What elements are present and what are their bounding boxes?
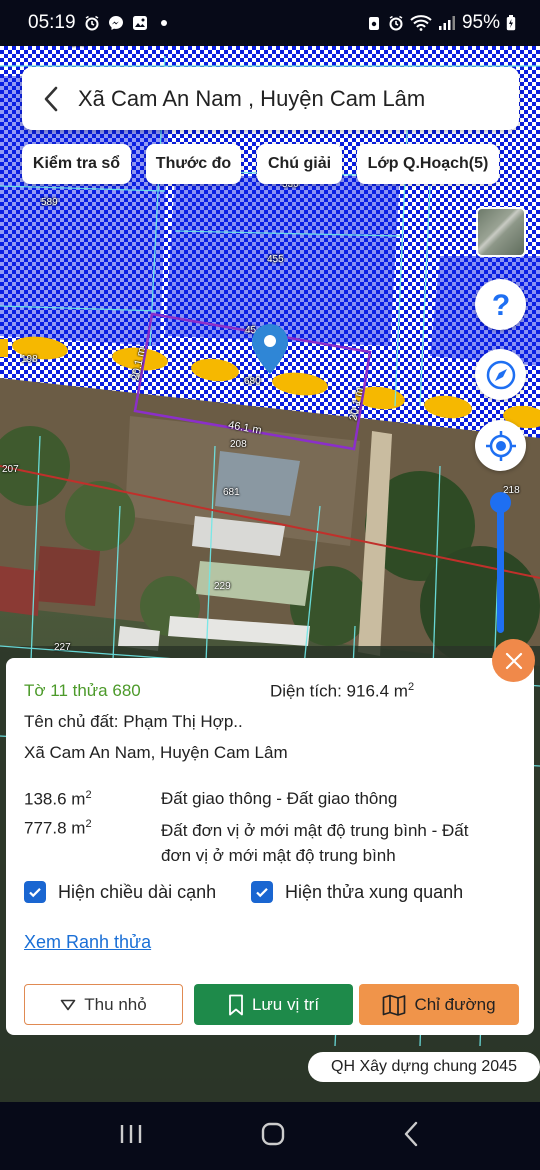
back-button[interactable] <box>40 84 62 114</box>
messenger-icon <box>108 15 124 31</box>
close-panel-button[interactable] <box>492 639 535 682</box>
battery-level: 95% <box>461 12 500 33</box>
plot-label-227: 227 <box>54 642 71 653</box>
recorder-icon <box>366 15 382 31</box>
plot-label-681: 681 <box>223 487 240 498</box>
show-neighbor-toggle[interactable]: Hiện thửa xung quanh <box>251 881 463 903</box>
plot-label-589: 589 <box>41 197 58 208</box>
compass-icon <box>486 360 515 389</box>
status-bar: 05:19 95% <box>0 0 540 46</box>
alarm-icon <box>84 15 100 31</box>
my-location-button[interactable] <box>475 420 526 471</box>
plot-label-198: 198 <box>21 354 38 365</box>
crosshair-icon <box>485 430 516 461</box>
planning-badge[interactable]: QH Xây dựng chung 2045 <box>308 1052 540 1082</box>
opacity-slider-track[interactable] <box>497 497 504 633</box>
sheet-plot-text: Tờ 11 thửa 680 <box>24 681 141 700</box>
save-location-label: Lưu vị trí <box>251 994 320 1014</box>
svg-text:?: ? <box>491 290 509 320</box>
home-icon[interactable] <box>260 1121 286 1152</box>
land-use-area-2: 777.8 m2 <box>24 818 92 838</box>
plot-label-680: 680 <box>244 376 261 387</box>
plot-label-158: 158 <box>70 46 87 49</box>
plot-label-455: 455 <box>267 254 284 265</box>
land-use-desc-2: Đất đơn vị ở mới mật độ trung bình - Đất… <box>161 821 469 865</box>
plot-label-207: 207 <box>2 464 19 475</box>
dot-icon <box>156 15 172 31</box>
alarm-icon <box>388 15 404 31</box>
chevron-left-icon <box>44 86 58 111</box>
area-unit-sup: 2 <box>407 681 415 693</box>
system-nav-bar <box>0 1102 540 1170</box>
question-icon: ? <box>491 290 509 320</box>
signal-icon <box>438 15 456 31</box>
area-label: Diện tích: 916.4 m <box>270 681 408 701</box>
recent-apps-icon[interactable] <box>118 1123 144 1150</box>
location-pin-icon[interactable] <box>252 324 288 374</box>
status-time: 05:19 <box>28 12 76 33</box>
map-type-thumbnail-button[interactable] <box>476 207 526 257</box>
land-use-area-1: 138.6 m2 <box>24 789 92 809</box>
checkbox-checked-icon[interactable] <box>251 881 273 903</box>
show-edge-length-toggle[interactable]: Hiện chiều dài cạnh <box>24 881 216 903</box>
bookmark-icon <box>229 994 243 1015</box>
map-icon <box>383 994 406 1016</box>
wifi-icon <box>410 15 432 31</box>
collapse-button[interactable]: Thu nhỏ <box>24 984 183 1025</box>
opacity-slider-knob[interactable] <box>490 492 511 513</box>
address-text: Xã Cam An Nam, Huyện Cam Lâm <box>24 743 288 762</box>
battery-icon <box>506 15 516 31</box>
legend-button[interactable]: Chú giải <box>257 144 342 184</box>
compass-button[interactable] <box>475 349 526 400</box>
back-icon[interactable] <box>402 1121 422 1152</box>
directions-button[interactable]: Chỉ đường <box>359 984 519 1025</box>
show-neighbor-label: Hiện thửa xung quanh <box>285 881 464 902</box>
check-book-button[interactable]: Kiểm tra sổ <box>22 144 131 184</box>
checkbox-checked-icon[interactable] <box>24 881 46 903</box>
close-icon <box>505 652 522 669</box>
collapse-label: Thu nhỏ <box>84 994 147 1014</box>
land-use-desc-1: Đất giao thông - Đất giao thông <box>161 789 398 808</box>
triangle-down-icon <box>60 999 76 1010</box>
view-boundary-link[interactable]: Xem Ranh thửa <box>24 932 151 953</box>
location-title: Xã Cam An Nam , Huyện Cam Lâm <box>78 85 426 111</box>
save-location-button[interactable]: Lưu vị trí <box>194 984 353 1025</box>
show-edge-length-label: Hiện chiều dài cạnh <box>58 881 217 902</box>
directions-label: Chỉ đường <box>414 994 496 1014</box>
plot-label-208: 208 <box>230 439 247 450</box>
search-bar[interactable]: Xã Cam An Nam , Huyện Cam Lâm <box>22 67 519 130</box>
owner-text: Tên chủ đất: Phạm Thị Hợp.. <box>24 712 243 731</box>
area-text: Diện tích: 916.4 m2 <box>270 681 414 702</box>
ruler-button[interactable]: Thước đo <box>146 144 241 184</box>
help-button[interactable]: ? <box>475 279 526 330</box>
plot-label-229: 229 <box>214 581 231 592</box>
gallery-icon <box>132 15 148 31</box>
planning-layer-button[interactable]: Lớp Q.Hoạch(5) <box>357 144 499 184</box>
